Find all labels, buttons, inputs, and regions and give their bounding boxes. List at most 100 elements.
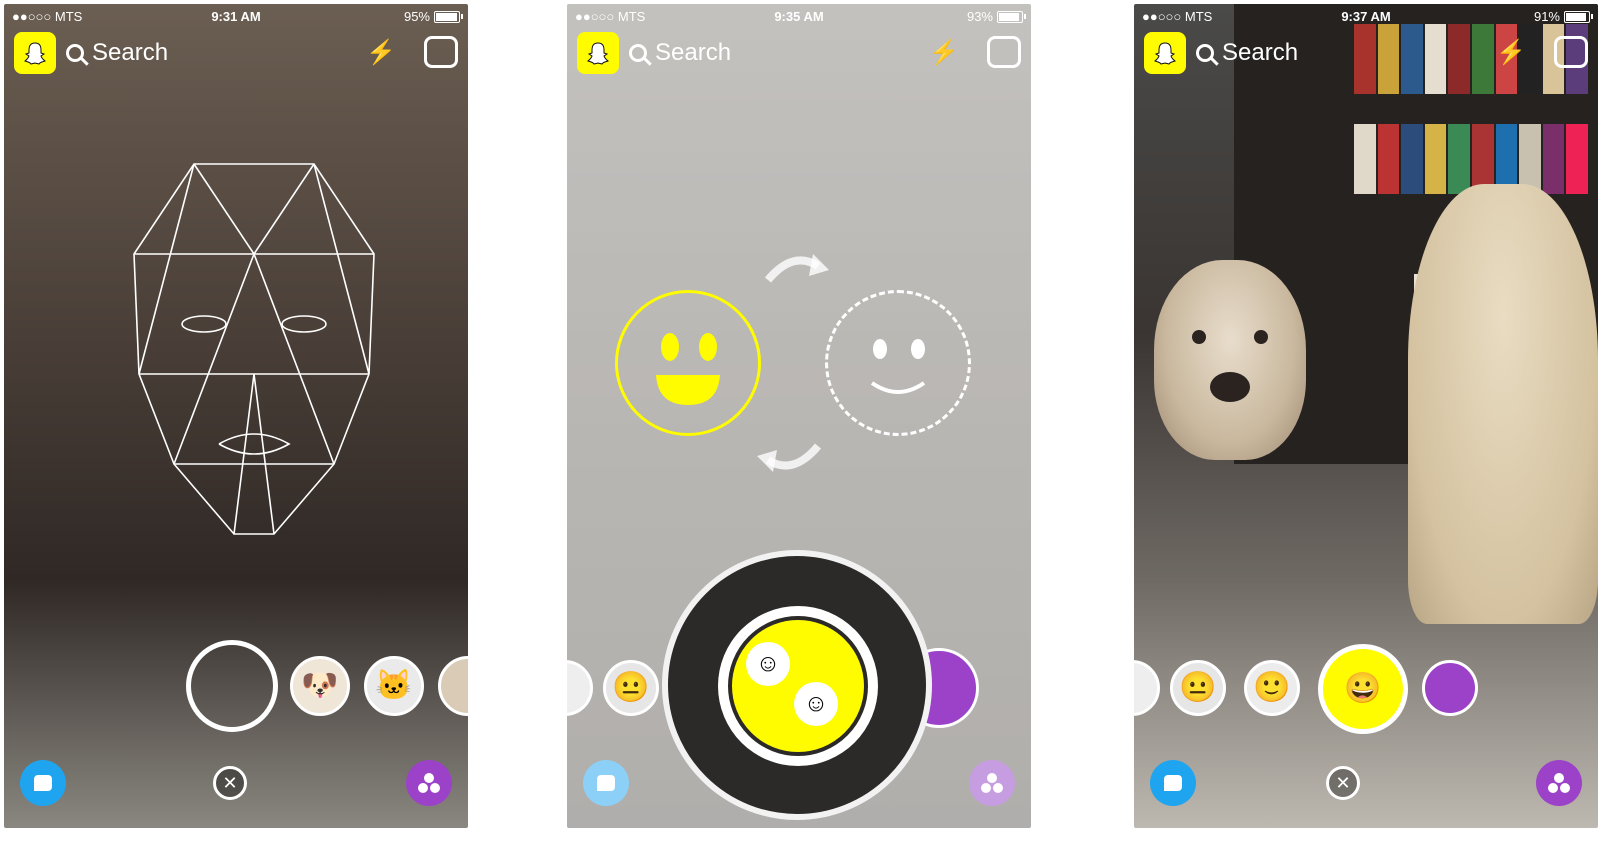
flash-off-icon: ⚡	[929, 39, 959, 66]
lens-carousel: 🐶 🐱	[4, 640, 468, 736]
flash-toggle-button[interactable]: ⚡	[366, 38, 396, 68]
face-swap-lens-graphic: ☺ ☺	[728, 616, 868, 756]
battery-icon	[1564, 10, 1593, 23]
flash-off-icon: ⚡	[366, 39, 396, 66]
close-lens-button[interactable]: ✕	[1326, 766, 1360, 800]
battery-icon	[997, 10, 1026, 23]
clock: 9:35 AM	[774, 9, 824, 24]
lens-selector-ring[interactable]	[186, 640, 278, 732]
top-bar: Search ⚡	[14, 32, 458, 76]
face-icon: ☺	[794, 682, 838, 726]
snapchat-ghost-icon	[24, 42, 46, 65]
cat-lens[interactable]: 🐱	[364, 656, 424, 716]
phone-screenshot-2: ●●○○○ MTS 9:35 AM 93% Search ⚡ 😐 ☺ ☺	[567, 4, 1031, 828]
dog-body	[1408, 184, 1598, 624]
ghost-face-icon: 😐	[1179, 671, 1217, 704]
battery-percent: 93%	[966, 9, 993, 24]
face-icon: ☺	[746, 642, 790, 686]
partial-lens[interactable]	[438, 656, 468, 716]
dog-eye	[1192, 330, 1206, 344]
chat-button[interactable]	[583, 760, 629, 806]
search-field[interactable]: Search	[629, 38, 731, 68]
snapchat-ghost-icon	[587, 42, 609, 65]
dog-face-icon: 🐶	[301, 669, 339, 702]
lens-magnifier-callout: ☺ ☺	[662, 550, 932, 820]
face-mesh-overlay	[133, 163, 375, 535]
face-swap-target-white	[825, 290, 971, 436]
chat-button[interactable]	[1150, 760, 1196, 806]
battery-indicator: 93%	[966, 9, 1026, 24]
dog-and-person-lens[interactable]: 🐶	[290, 656, 350, 716]
status-bar: ●●○○○ MTS 9:35 AM 93%	[567, 4, 1031, 28]
book-row	[1354, 124, 1588, 194]
search-placeholder: Search	[655, 39, 732, 66]
ghost-face-icon: 😐	[612, 671, 650, 704]
flash-off-icon: ⚡	[1496, 39, 1526, 66]
close-lens-button[interactable]: ✕	[213, 766, 247, 800]
flash-toggle-button[interactable]: ⚡	[1496, 38, 1526, 68]
status-bar: ●●○○○ MTS 9:37 AM 91%	[1134, 4, 1598, 28]
chat-icon	[1164, 775, 1182, 791]
clock: 9:37 AM	[1341, 9, 1391, 24]
chat-icon	[597, 775, 615, 791]
phone-screenshot-3: ●●○○○ MTS 9:37 AM 91% Search ⚡ 😐 🙂 😀 ✕	[1134, 4, 1598, 828]
close-icon: ✕	[1335, 772, 1351, 793]
battery-percent: 91%	[1533, 9, 1560, 24]
clock: 9:31 AM	[211, 9, 261, 24]
stories-icon	[981, 773, 1003, 793]
face-swap-icon: 😀	[1344, 672, 1382, 705]
battery-fill	[999, 12, 1020, 21]
close-icon: ✕	[222, 772, 238, 793]
stories-icon	[418, 773, 440, 793]
search-icon	[629, 44, 647, 62]
lens-carousel: 😐 🙂 😀	[1134, 640, 1598, 736]
dog-nose	[1210, 372, 1250, 402]
partial-lens[interactable]	[567, 660, 593, 716]
search-icon	[1196, 44, 1214, 62]
search-field[interactable]: Search	[66, 38, 168, 68]
stories-button[interactable]	[1536, 760, 1582, 806]
camera-flip-button[interactable]	[424, 36, 458, 68]
chat-button[interactable]	[20, 760, 66, 806]
pale-face-icon: 🙂	[1253, 671, 1291, 704]
dog-face-on-person	[1154, 260, 1306, 460]
ghost-face-lens[interactable]: 😐	[1170, 660, 1226, 716]
stories-icon	[1548, 773, 1570, 793]
bottom-bar: ✕	[1134, 740, 1598, 828]
search-icon	[66, 44, 84, 62]
camera-flip-button[interactable]	[987, 36, 1021, 68]
stories-button[interactable]	[969, 760, 1015, 806]
phone-screenshot-1: ●●○○○ MTS 9:31 AM 95% Search ⚡ 🐶 🐱 ✕	[4, 4, 468, 828]
dog-eye	[1254, 330, 1268, 344]
purple-camera-lens[interactable]	[1422, 660, 1478, 716]
battery-fill	[436, 12, 457, 21]
swap-arrow-bottom-icon	[757, 443, 822, 472]
status-bar: ●●○○○ MTS 9:31 AM 95%	[4, 4, 468, 28]
top-bar: Search ⚡	[577, 32, 1021, 76]
face-swap-lens[interactable]: 😀	[1318, 644, 1408, 734]
swap-arrow-top-icon	[764, 254, 829, 283]
flash-toggle-button[interactable]: ⚡	[929, 38, 959, 68]
battery-icon	[434, 10, 463, 23]
snapchat-ghost-button[interactable]	[577, 32, 619, 74]
battery-indicator: 95%	[404, 9, 463, 24]
smiley-face-icon	[656, 333, 720, 405]
search-placeholder: Search	[92, 39, 169, 66]
battery-indicator: 91%	[1533, 9, 1593, 24]
camera-flip-button[interactable]	[1554, 36, 1588, 68]
partial-lens[interactable]	[1134, 660, 1160, 716]
search-field[interactable]: Search	[1196, 38, 1298, 68]
pale-face-lens[interactable]: 🙂	[1244, 660, 1300, 716]
top-bar: Search ⚡	[1144, 32, 1588, 76]
face-swap-lens[interactable]: ☺ ☺	[718, 606, 878, 766]
snapchat-ghost-icon	[1154, 42, 1176, 65]
stories-button[interactable]	[406, 760, 452, 806]
snapchat-ghost-button[interactable]	[1144, 32, 1186, 74]
face-swap-target-yellow	[615, 290, 761, 436]
search-placeholder: Search	[1222, 39, 1299, 66]
outline-face-icon	[870, 339, 926, 394]
bottom-bar: ✕	[4, 740, 468, 828]
snapchat-ghost-button[interactable]	[14, 32, 56, 74]
battery-fill	[1566, 12, 1586, 21]
ghost-face-lens[interactable]: 😐	[603, 660, 659, 716]
